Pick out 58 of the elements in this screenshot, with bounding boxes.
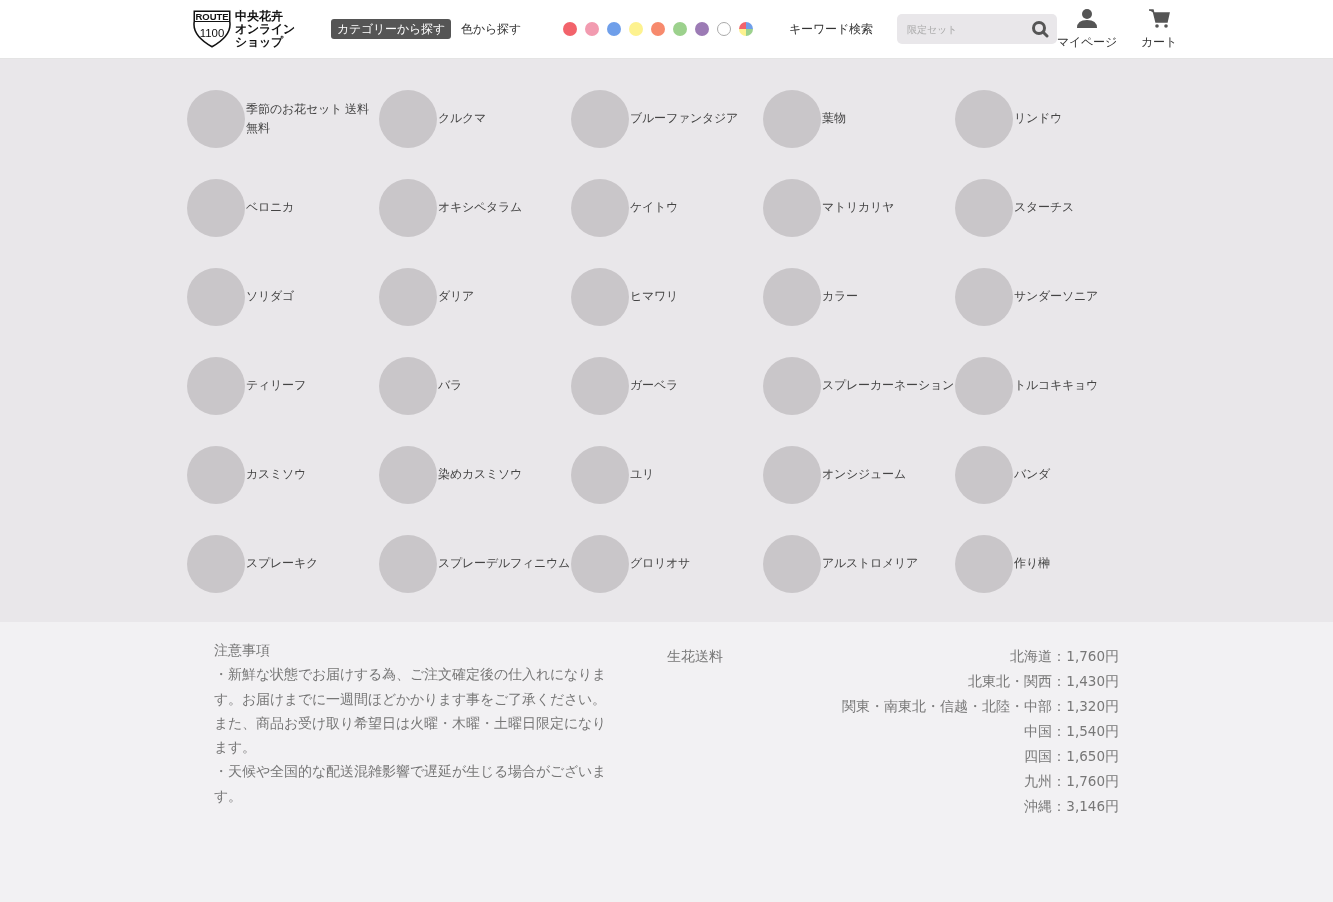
notes-title: 注意事項 (214, 641, 271, 660)
color-swatch[interactable] (716, 22, 731, 36)
category-link[interactable]: バンダ (1013, 465, 1050, 485)
search-tab[interactable]: 色から探す (454, 19, 527, 39)
color-swatch[interactable] (650, 22, 665, 36)
category-link[interactable]: ベロニカ (245, 198, 294, 218)
category-link[interactable]: カスミソウ (245, 465, 306, 485)
category-link[interactable]: サンダーソニア (1013, 287, 1098, 307)
category-link[interactable]: マトリカリヤ (821, 198, 894, 218)
category-link[interactable]: スプレーカーネーション (821, 376, 954, 396)
category-link[interactable]: カラー (821, 287, 858, 307)
shipping-rate: 北海道：1,760円 (1009, 647, 1119, 666)
keyword-search-label: キーワード検索 (788, 21, 873, 38)
cart-link[interactable]: カート (1140, 32, 1177, 51)
category-link[interactable]: リンドウ (1013, 109, 1062, 129)
cart-icon[interactable] (1147, 7, 1170, 29)
color-swatch[interactable] (606, 22, 621, 36)
shipping-title: 生花送料 (666, 647, 723, 666)
shipping-rate: 北東北・関西：1,430円 (967, 672, 1119, 691)
category-link[interactable]: ユリ (629, 465, 654, 485)
color-swatch[interactable] (694, 22, 709, 36)
category-link[interactable]: 季節のお花セット 送料無料 (245, 99, 379, 139)
category-link[interactable]: 染めカスミソウ (437, 465, 522, 485)
shipping-rate: 九州：1,760円 (1023, 772, 1119, 791)
category-link[interactable]: グロリオサ (629, 554, 690, 574)
category-link[interactable]: ケイトウ (629, 198, 678, 218)
shipping-rate: 沖縄：3,146円 (1023, 797, 1119, 816)
color-swatch[interactable] (562, 22, 577, 36)
category-link[interactable]: ティリーフ (245, 376, 306, 396)
notes-text: ・天候や全国的な配送混雑影響で遅延が生じる場合がございます。 (214, 762, 607, 806)
category-link[interactable]: ヒマワリ (629, 287, 678, 307)
user-link[interactable]: マイページ (1056, 32, 1117, 51)
search-icon[interactable] (1030, 20, 1049, 38)
multicolor-swatch[interactable] (738, 22, 753, 36)
category-link[interactable]: ダリア (437, 287, 474, 307)
category-link[interactable]: スプレーキク (245, 554, 318, 574)
notes-text: ・新鮮な状態でお届けする為、ご注文確定後の仕入れになります。お届けまでに一週間ほどかかります事をご了承ください。また、商品お受け取り希望日は火曜・木曜・土曜日限定になります。 (214, 665, 607, 758)
category-link[interactable]: クルクマ (437, 109, 486, 129)
color-swatch[interactable] (584, 22, 599, 36)
category-link[interactable]: アルストロメリア (821, 554, 918, 574)
category-link[interactable]: 葉物 (821, 109, 846, 129)
person-icon[interactable] (1075, 7, 1098, 29)
category-link[interactable]: スプレーデルフィニウム (437, 554, 570, 574)
category-link[interactable]: ガーベラ (629, 376, 678, 396)
category-link[interactable]: 作り榊 (1013, 554, 1050, 574)
shipping-rate: 中国：1,540円 (1023, 722, 1119, 741)
category-link[interactable]: バラ (437, 376, 462, 396)
category-link[interactable]: スターチス (1013, 198, 1074, 218)
category-link[interactable]: オンシジューム (821, 465, 906, 485)
shipping-rate: 四国：1,650円 (1023, 747, 1119, 766)
shipping-rate: 関東・南東北・信越・北陸・中部：1,320円 (842, 697, 1119, 716)
category-link[interactable]: ソリダゴ (245, 287, 294, 307)
search-tab[interactable]: カテゴリーから探す (330, 19, 451, 39)
category-link[interactable]: ブルーファンタジア (629, 109, 738, 129)
color-swatch[interactable] (628, 22, 643, 36)
category-link[interactable]: オキシペタラム (437, 198, 522, 218)
color-swatch[interactable] (672, 22, 687, 36)
category-link[interactable]: トルコキキョウ (1013, 376, 1098, 396)
